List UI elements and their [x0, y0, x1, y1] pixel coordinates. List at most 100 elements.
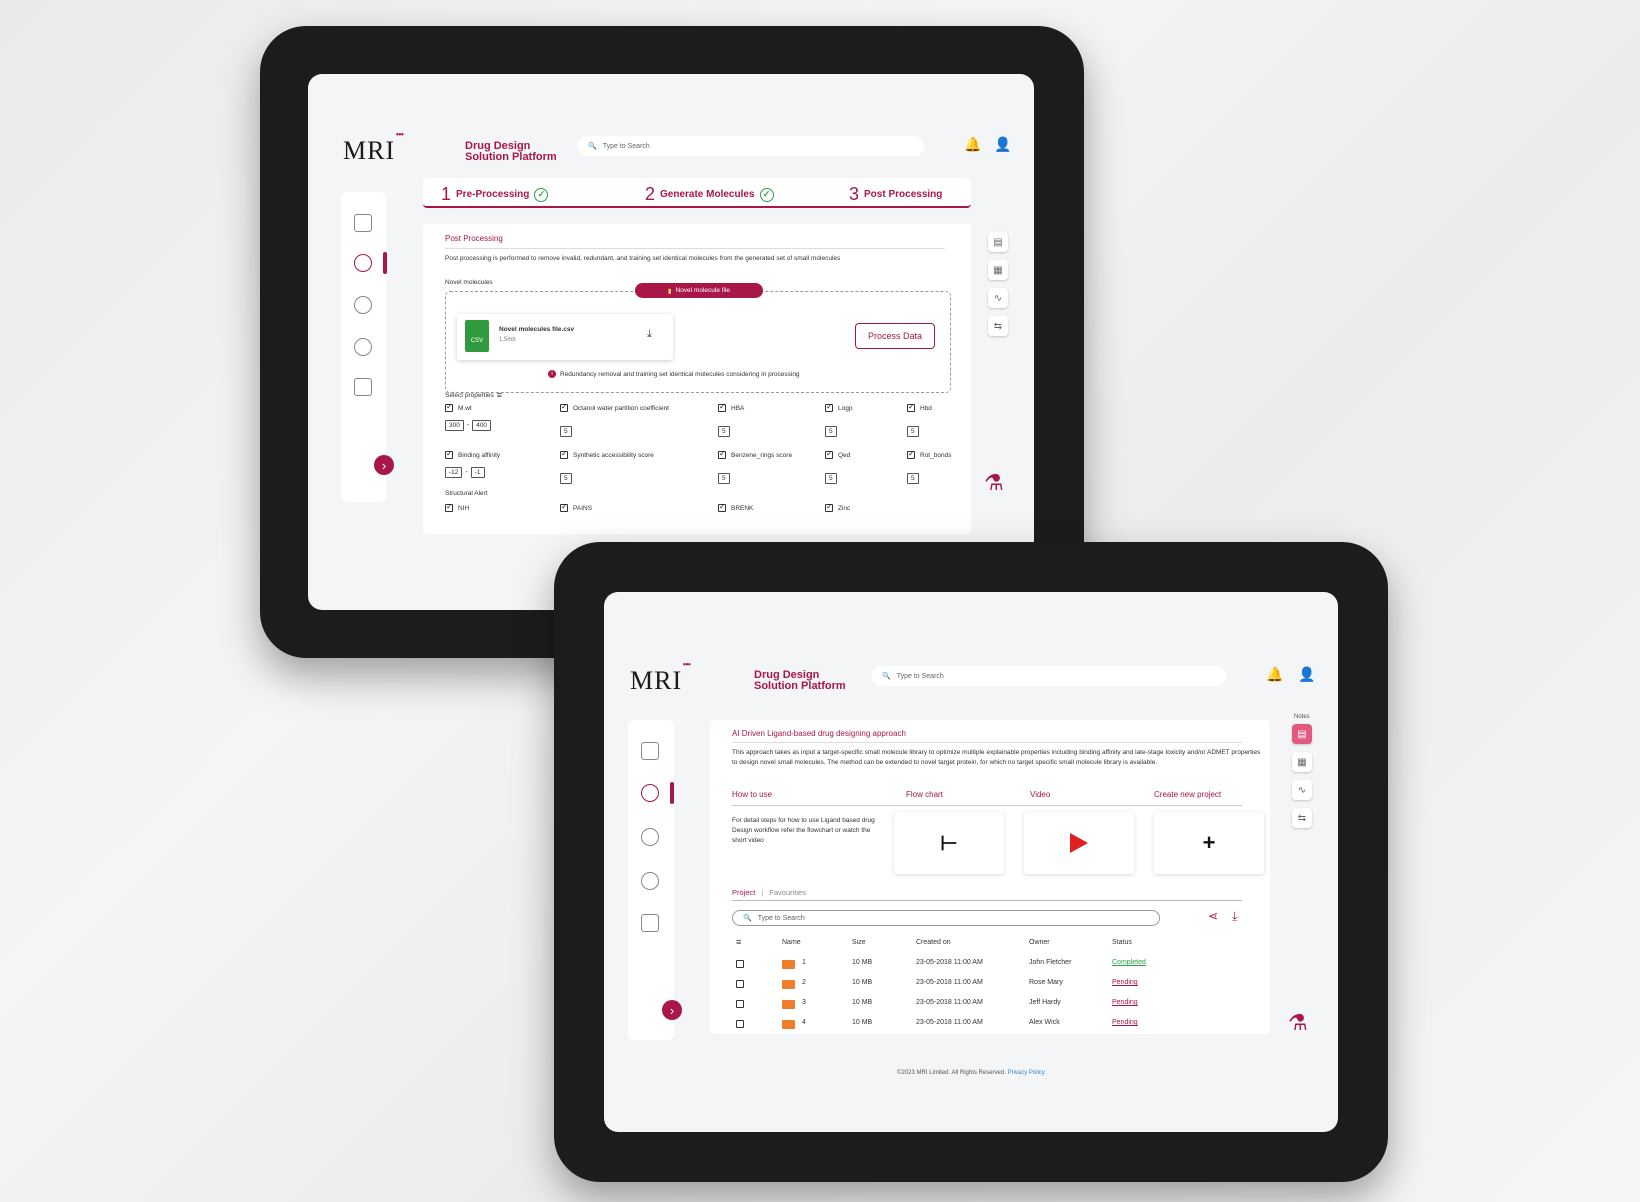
prop-mwt[interactable]: M.wt	[445, 402, 472, 412]
octanol-stepper[interactable]: 5	[560, 426, 572, 437]
process-data-button[interactable]: Process Data	[855, 323, 935, 349]
table-row[interactable]: 1 10 MB 23-05-2018 11:00 AM John Fletche…	[732, 954, 1252, 974]
expand-button[interactable]: ›	[662, 1000, 682, 1020]
alert-nih[interactable]: NIH	[445, 502, 469, 512]
logp-stepper[interactable]: 5	[825, 426, 837, 437]
user-icon[interactable]: 👤	[994, 136, 1011, 153]
col-created[interactable]: Created on	[916, 939, 951, 946]
row-checkbox[interactable]	[736, 1000, 744, 1008]
prop-rotbonds[interactable]: Rot_bonds	[907, 449, 951, 459]
qed-stepper[interactable]: 5	[825, 473, 837, 484]
bell-icon[interactable]: 🔔	[1266, 666, 1283, 683]
search-input[interactable]: 🔍 Type to Search	[578, 136, 924, 156]
rotbonds-stepper[interactable]: 5	[907, 473, 919, 484]
exit-icon[interactable]: ⇆	[988, 316, 1008, 336]
checkbox[interactable]	[445, 449, 453, 459]
tab-project[interactable]: Project	[732, 888, 755, 897]
checkbox[interactable]	[718, 402, 726, 412]
table-row[interactable]: 2 10 MB 23-05-2018 11:00 AM Rose Mary Pe…	[732, 974, 1252, 994]
video-tile[interactable]	[1024, 812, 1134, 874]
calendar-icon[interactable]	[641, 914, 659, 932]
binding-min-stepper[interactable]: -12	[445, 467, 463, 478]
report-icon[interactable]: ▦	[988, 260, 1008, 280]
status-link[interactable]: Pending	[1112, 1019, 1138, 1026]
benzene-stepper[interactable]: 5	[718, 473, 730, 484]
novel-file-tab[interactable]: ▮ Novel molecule file	[635, 283, 763, 298]
synthetic-stepper[interactable]: 5	[560, 473, 572, 484]
checkbox[interactable]	[560, 402, 568, 412]
share-icon[interactable]: ⋖	[1208, 909, 1218, 923]
alert-zinc[interactable]: Zinc	[825, 502, 850, 512]
checkbox[interactable]	[445, 402, 453, 412]
molecule-icon[interactable]	[354, 254, 372, 272]
download-icon[interactable]: ⤓	[1232, 909, 1237, 924]
fingerprint-icon[interactable]	[354, 296, 372, 314]
prop-binding[interactable]: Binding affinity	[445, 449, 500, 459]
mwt-max-stepper[interactable]: 400	[472, 420, 492, 431]
expand-button[interactable]: ›	[374, 455, 394, 475]
file-card[interactable]: CSV Novel molecules file.csv 1.5mb ⤓	[457, 314, 673, 360]
prop-octanol[interactable]: Octanol water partition coefficient	[560, 402, 669, 412]
link-icon[interactable]	[641, 872, 659, 890]
prop-benzene[interactable]: Benzene_rings score	[718, 449, 792, 459]
checkbox[interactable]	[718, 502, 726, 512]
prop-hba[interactable]: HBA	[718, 402, 744, 412]
link-icon[interactable]	[354, 338, 372, 356]
notes-icon[interactable]: ▤	[1292, 724, 1312, 744]
status-link[interactable]: Completed	[1112, 959, 1146, 966]
dashboard-icon[interactable]	[354, 214, 372, 232]
prop-logp[interactable]: Logp	[825, 402, 852, 412]
checkbox[interactable]	[560, 502, 568, 512]
checkbox[interactable]	[560, 449, 568, 459]
calendar-icon[interactable]	[354, 378, 372, 396]
prop-qed[interactable]: Qed	[825, 449, 850, 459]
flowchart-tile[interactable]: ⊢	[894, 812, 1004, 874]
prop-hbd[interactable]: Hbd	[907, 402, 932, 412]
activity-icon[interactable]: ∿	[988, 288, 1008, 308]
step-1[interactable]: 1 Pre-Processing ✓	[441, 184, 549, 205]
row-checkbox[interactable]	[736, 1020, 744, 1028]
table-row[interactable]: 3 10 MB 23-05-2018 11:00 AM Jeff Hardy P…	[732, 994, 1252, 1014]
row-checkbox[interactable]	[736, 980, 744, 988]
row-checkbox[interactable]	[736, 960, 744, 968]
alert-brenk[interactable]: BRENK	[718, 502, 753, 512]
privacy-policy-link[interactable]: Privacy Policy	[1008, 1070, 1045, 1076]
fingerprint-icon[interactable]	[641, 828, 659, 846]
user-icon[interactable]: 👤	[1298, 666, 1315, 683]
col-size[interactable]: Size	[852, 939, 866, 946]
hbd-stepper[interactable]: 5	[907, 426, 919, 437]
step-3[interactable]: 3 Post Processing	[849, 184, 942, 205]
download-icon[interactable]: ⤓	[647, 328, 652, 341]
checkbox[interactable]	[825, 449, 833, 459]
sort-icon[interactable]: ≡	[736, 937, 741, 947]
create-project-tile[interactable]: +	[1154, 812, 1264, 874]
scientist-icon[interactable]: ⚗	[984, 470, 1004, 496]
tab-favourities[interactable]: Favourities	[769, 888, 806, 897]
hba-stepper[interactable]: 5	[718, 426, 730, 437]
status-link[interactable]: Pending	[1112, 979, 1138, 986]
prop-synthetic[interactable]: Synthetic accessibility score	[560, 449, 654, 459]
step-2[interactable]: 2 Generate Molecules ✓	[645, 184, 774, 205]
scientist-icon[interactable]: ⚗	[1288, 1010, 1308, 1036]
mwt-min-stepper[interactable]: 300	[445, 420, 464, 431]
project-search-input[interactable]: 🔍 Type to Search	[732, 910, 1160, 926]
search-input[interactable]: 🔍 Type to Search	[872, 666, 1226, 686]
molecule-icon[interactable]	[641, 784, 659, 802]
col-status[interactable]: Status	[1112, 939, 1132, 946]
status-link[interactable]: Pending	[1112, 999, 1138, 1006]
checkbox[interactable]	[907, 449, 915, 459]
binding-max-stepper[interactable]: -1	[470, 467, 485, 478]
checkbox[interactable]	[445, 502, 453, 512]
checkbox[interactable]	[825, 502, 833, 512]
col-name[interactable]: Name	[782, 939, 801, 946]
col-owner[interactable]: Owner	[1029, 939, 1050, 946]
exit-icon[interactable]: ⇆	[1292, 808, 1312, 828]
alert-pains[interactable]: PAINS	[560, 502, 592, 512]
dashboard-icon[interactable]	[641, 742, 659, 760]
table-row[interactable]: 4 10 MB 23-05-2018 11:00 AM Alex Wick Pe…	[732, 1014, 1252, 1034]
filter-icon[interactable]: ≡	[497, 390, 502, 400]
report-icon[interactable]: ▦	[1292, 752, 1312, 772]
checkbox[interactable]	[825, 402, 833, 412]
notes-icon[interactable]: ▤	[988, 232, 1008, 252]
bell-icon[interactable]: 🔔	[964, 136, 981, 153]
